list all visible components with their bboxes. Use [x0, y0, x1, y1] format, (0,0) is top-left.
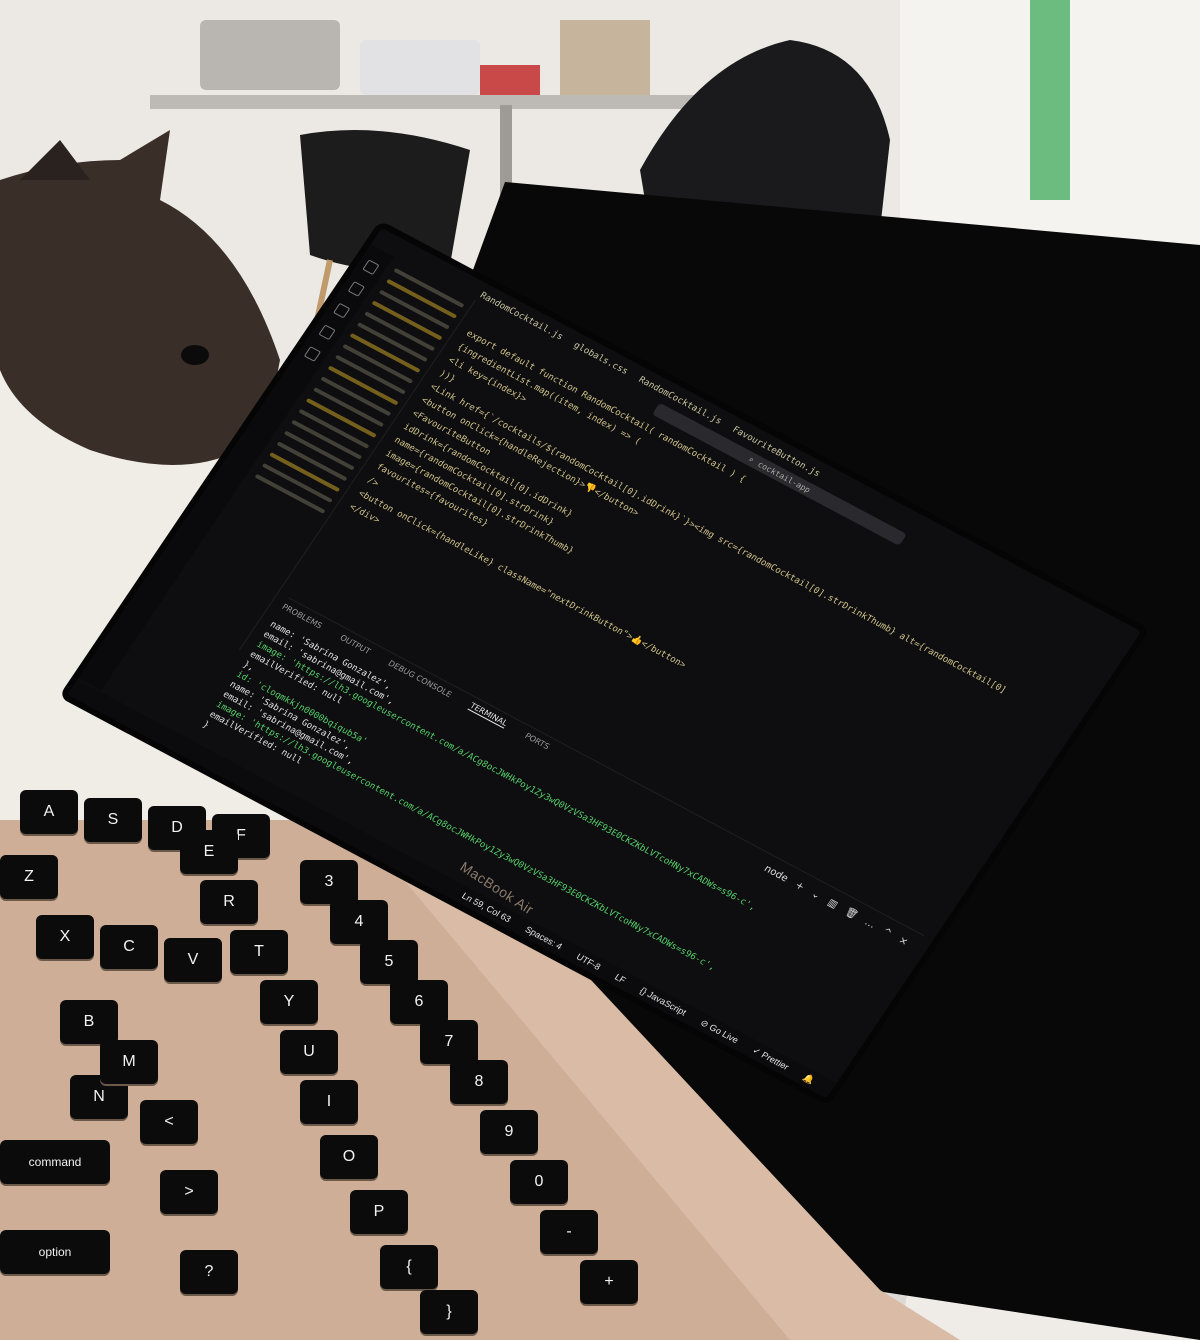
- source-control-icon[interactable]: [333, 302, 351, 319]
- cat-eye: [181, 345, 209, 365]
- key[interactable]: X: [36, 915, 94, 959]
- green-window-frame: [1030, 0, 1070, 200]
- key[interactable]: 4: [330, 900, 388, 944]
- key[interactable]: 0: [510, 1160, 568, 1204]
- terminal-dropdown-icon[interactable]: ⌄: [809, 889, 823, 902]
- key[interactable]: 6: [390, 980, 448, 1024]
- command-key[interactable]: command: [0, 1140, 110, 1184]
- key[interactable]: E: [180, 830, 238, 874]
- key[interactable]: ?: [180, 1250, 238, 1294]
- cardboard-box: [560, 20, 650, 95]
- extensions-icon[interactable]: [303, 346, 322, 362]
- key[interactable]: O: [320, 1135, 378, 1179]
- red-box: [480, 65, 540, 95]
- run-debug-icon[interactable]: [318, 324, 336, 341]
- key[interactable]: <: [140, 1100, 198, 1144]
- photo-scene: RandomCocktail.js globals.css RandomCock…: [0, 0, 1200, 1340]
- key[interactable]: 5: [360, 940, 418, 984]
- table-top: [150, 95, 710, 109]
- key[interactable]: V: [164, 938, 222, 982]
- key[interactable]: T: [230, 930, 288, 974]
- tab-ports[interactable]: PORTS: [523, 731, 551, 751]
- new-terminal-button[interactable]: +: [793, 880, 807, 893]
- key[interactable]: -: [540, 1210, 598, 1254]
- key[interactable]: }: [420, 1290, 478, 1334]
- key[interactable]: I: [300, 1080, 358, 1124]
- key[interactable]: >: [160, 1170, 218, 1214]
- notifications-icon[interactable]: 🔔: [801, 1072, 817, 1086]
- key[interactable]: {: [380, 1245, 438, 1289]
- key[interactable]: +: [580, 1260, 638, 1304]
- explorer-icon[interactable]: [362, 259, 380, 276]
- key[interactable]: 8: [450, 1060, 508, 1104]
- line-ending[interactable]: LF: [613, 972, 628, 985]
- encoding[interactable]: UTF-8: [574, 952, 602, 972]
- search-icon[interactable]: [347, 281, 365, 297]
- cat-ear: [20, 140, 90, 180]
- clutter: [200, 20, 340, 90]
- key[interactable]: P: [350, 1190, 408, 1234]
- key[interactable]: M: [100, 1040, 158, 1084]
- key[interactable]: R: [200, 880, 258, 924]
- tab-output[interactable]: OUTPUT: [338, 633, 372, 656]
- search-icon: ⌕: [746, 454, 756, 465]
- key[interactable]: C: [100, 925, 158, 969]
- key[interactable]: A: [20, 790, 78, 834]
- key[interactable]: S: [84, 798, 142, 842]
- option-key[interactable]: option: [0, 1230, 110, 1274]
- key[interactable]: Y: [260, 980, 318, 1024]
- key[interactable]: 9: [480, 1110, 538, 1154]
- maximize-panel-icon[interactable]: ^: [880, 926, 894, 939]
- key[interactable]: U: [280, 1030, 338, 1074]
- key[interactable]: Z: [0, 855, 58, 899]
- key[interactable]: 3: [300, 860, 358, 904]
- cat-face-mask: [0, 130, 280, 465]
- key[interactable]: B: [60, 1000, 118, 1044]
- key[interactable]: 7: [420, 1020, 478, 1064]
